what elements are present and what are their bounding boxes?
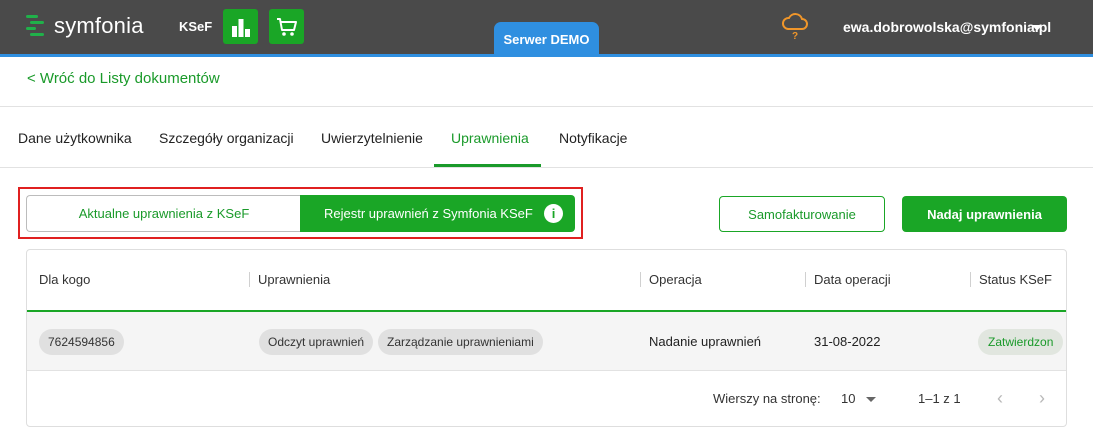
header-accent-line <box>0 54 1093 57</box>
server-badge: Serwer DEMO <box>494 22 599 57</box>
tab-organization-details[interactable]: Szczegóły organizacji <box>159 130 294 146</box>
next-page-icon[interactable]: › <box>1039 388 1045 409</box>
user-menu[interactable]: ewa.dobrowolska@symfonia.pl <box>843 19 1051 35</box>
prev-page-icon[interactable]: ‹ <box>997 388 1003 409</box>
logo-mark-icon <box>26 14 46 38</box>
symfonia-permissions-register-toggle[interactable]: Rejestr uprawnień z Symfonia KSeF <box>300 195 575 232</box>
shop-button[interactable] <box>269 9 304 44</box>
grant-permissions-button[interactable]: Nadaj uprawnienia <box>902 196 1067 232</box>
column-header-ksef-status[interactable]: Status KSeF <box>979 272 1052 287</box>
operation-date-cell: 31-08-2022 <box>814 334 881 349</box>
self-invoicing-button[interactable]: Samofakturowanie <box>719 196 885 232</box>
column-header-operation-date[interactable]: Data operacji <box>814 272 891 287</box>
rows-per-page-label: Wierszy na stronę: <box>713 391 821 406</box>
column-separator <box>640 272 641 287</box>
cart-icon <box>276 17 297 36</box>
app-label: KSeF <box>179 19 213 34</box>
tab-permissions[interactable]: Uprawnienia <box>451 130 529 146</box>
pagination-range: 1–1 z 1 <box>918 391 961 406</box>
operation-cell: Nadanie uprawnień <box>649 334 762 349</box>
column-separator <box>805 272 806 287</box>
svg-text:?: ? <box>792 31 798 41</box>
recipient-chip: 7624594856 <box>39 329 124 355</box>
permission-chip: Zarządzanie uprawnieniami <box>378 329 543 355</box>
permission-chip: Odczyt uprawnień <box>259 329 374 355</box>
tab-user-data[interactable]: Dane użytkownika <box>18 130 132 146</box>
current-ksef-permissions-toggle[interactable]: Aktualne uprawnienia z KSeF <box>26 195 301 232</box>
tab-notifications[interactable]: Notyfikacje <box>559 130 627 146</box>
column-header-permissions[interactable]: Uprawnienia <box>258 272 330 287</box>
logo-text: symfonia <box>54 13 144 38</box>
table-row[interactable]: 7624594856 Odczyt uprawnień Zarządzanie … <box>27 312 1066 371</box>
column-separator <box>970 272 971 287</box>
column-header-recipient[interactable]: Dla kogo <box>39 272 90 287</box>
column-header-operation[interactable]: Operacja <box>649 272 702 287</box>
symfonia-logo[interactable]: symfonia <box>26 13 144 39</box>
tab-authentication[interactable]: Uwierzytelnienie <box>321 130 423 146</box>
bar-chart-icon <box>231 18 250 37</box>
rows-per-page-select[interactable]: 10 <box>841 391 855 406</box>
caret-down-icon[interactable] <box>866 397 876 402</box>
info-icon[interactable]: i <box>544 204 563 223</box>
permissions-table: Dla kogo Uprawnienia Operacja Data opera… <box>26 249 1067 427</box>
cloud-question-icon[interactable]: ? <box>781 11 809 41</box>
status-badge: Zatwierdzon <box>978 329 1064 355</box>
back-to-documents-link[interactable]: < Wróć do Listy dokumentów <box>27 70 220 87</box>
toggle-right-label: Rejestr uprawnień z Symfonia KSeF <box>324 206 533 221</box>
top-bar: symfonia KSeF Serwer DEMO ? ewa.dobrowol… <box>0 0 1093 57</box>
divider <box>0 167 1093 168</box>
settings-tabs: Dane użytkownika Szczegóły organizacji U… <box>0 107 1093 168</box>
column-separator <box>249 272 250 287</box>
chevron-down-icon[interactable] <box>1032 25 1042 31</box>
analytics-button[interactable] <box>223 9 258 44</box>
